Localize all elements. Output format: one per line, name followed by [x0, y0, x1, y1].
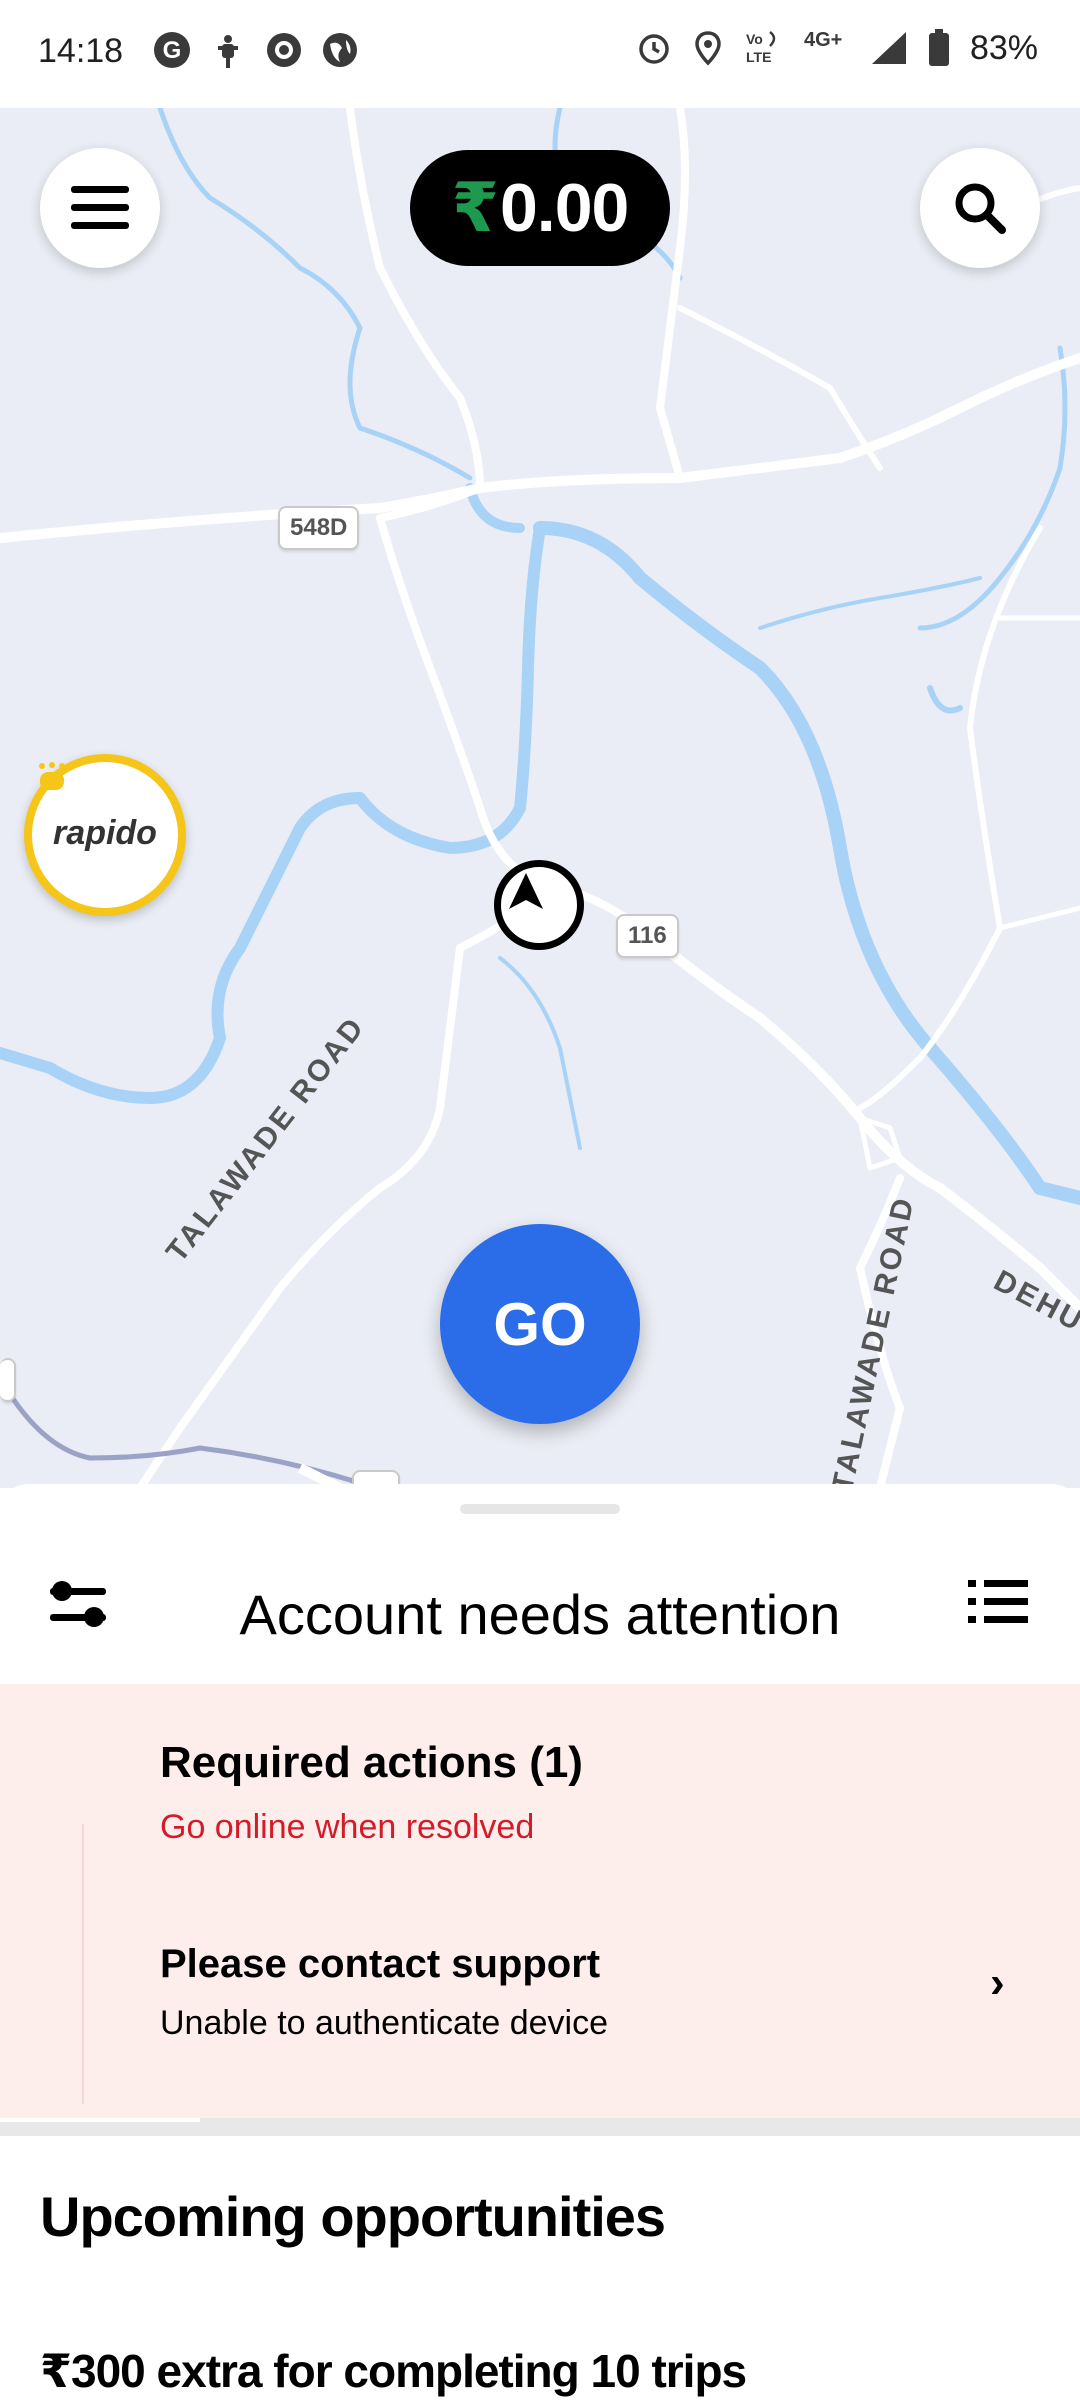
search-button[interactable]	[920, 148, 1040, 268]
scooter-icon	[218, 35, 238, 68]
earnings-amount: 0.00	[499, 170, 629, 246]
sheet-title: Account needs attention	[239, 1583, 841, 1646]
chevron-right-icon: ›	[990, 1958, 1005, 2007]
sheet-drag-handle[interactable]	[460, 1504, 620, 1514]
google-icon: G	[154, 32, 190, 68]
4g-signal-icon: 4G+	[804, 29, 842, 51]
globe-icon	[323, 33, 357, 67]
svg-text:Vo: Vo	[746, 31, 763, 47]
menu-button[interactable]	[40, 148, 160, 268]
system-status-icons: Vo LTE 4G+ 83%	[636, 28, 1038, 68]
rupee-symbol: ₹	[451, 169, 499, 246]
required-actions-panel: Required actions (1) Go online when reso…	[0, 1684, 1080, 2118]
divider-accent	[0, 2118, 200, 2122]
svg-text:LTE: LTE	[746, 49, 771, 65]
rapido-logo[interactable]: rapido	[24, 754, 186, 916]
list-icon[interactable]	[968, 1576, 1028, 1628]
notification-icons: G	[152, 30, 360, 70]
volte-icon: Vo LTE	[746, 31, 776, 65]
highway-shield-edge	[0, 1358, 16, 1402]
circle-app-icon	[267, 33, 301, 67]
highway-shield: 548D	[278, 506, 360, 550]
contact-support-subtitle: Unable to authenticate device	[160, 2004, 608, 2042]
required-actions-title: Required actions (1)	[160, 1738, 583, 1787]
alarm-icon	[639, 34, 669, 64]
battery-percent: 83%	[969, 28, 1038, 67]
highway-shield: 116	[616, 914, 679, 958]
rapido-helmet-icon	[39, 762, 65, 790]
svg-text:4G+: 4G+	[804, 29, 842, 51]
navigation-arrow-icon	[509, 873, 543, 909]
status-bar: 14:18 G Vo LTE 4G+ 83%	[0, 0, 1080, 108]
go-online-button[interactable]: GO	[440, 1224, 640, 1424]
location-pin-icon	[695, 31, 721, 66]
search-icon	[955, 183, 1006, 234]
required-actions-subtitle: Go online when resolved	[160, 1808, 535, 1846]
signal-icon	[871, 32, 906, 64]
battery-icon	[928, 29, 949, 66]
hamburger-icon	[71, 186, 129, 229]
rapido-wordmark: rapido	[53, 813, 157, 852]
sheet-header: Account needs attention	[0, 1544, 1080, 1664]
current-location-marker	[494, 860, 584, 950]
upcoming-opportunities-heading: Upcoming opportunities	[40, 2185, 666, 2248]
bottom-sheet: Account needs attention Required actions…	[0, 1484, 1080, 2400]
svg-text:G: G	[163, 37, 182, 64]
contact-support-title: Please contact support	[160, 1942, 601, 1986]
earnings-button[interactable]: ₹0.00	[410, 150, 670, 266]
promotion-item-title[interactable]: ₹300 extra for completing 10 trips	[40, 2344, 747, 2398]
contact-support-row[interactable]: Please contact support Unable to authent…	[0, 1924, 1080, 2084]
status-time: 14:18	[38, 32, 124, 70]
